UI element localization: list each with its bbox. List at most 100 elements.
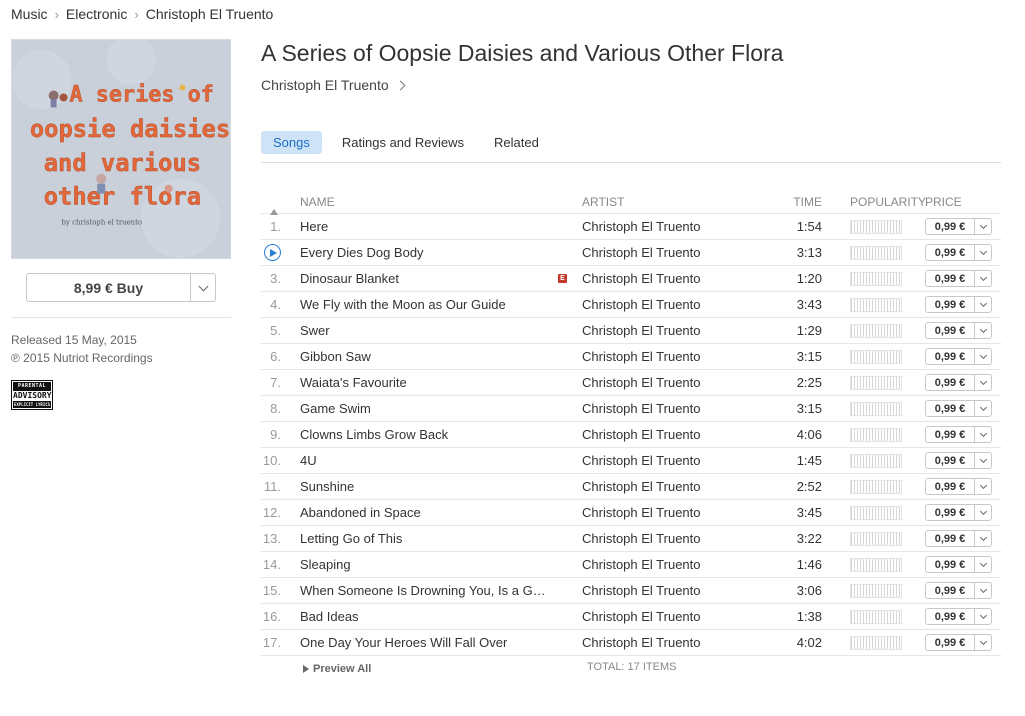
table-row[interactable]: 7. Waiata's Favourite Christoph El Truento…	[261, 370, 1001, 396]
track-name[interactable]: Bad Ideas	[300, 609, 359, 624]
track-buy-button[interactable]: 0,99 €	[926, 245, 974, 260]
column-popularity[interactable]: POPULARITY	[822, 195, 926, 209]
track-buy-button[interactable]: 0,99 €	[926, 453, 974, 468]
track-artist[interactable]: Christoph El Truento	[582, 557, 752, 572]
track-buy-options-button[interactable]	[974, 401, 991, 416]
table-row[interactable]: 5. Swer Christoph El Truento 1:29 0,99 €	[261, 318, 1001, 344]
table-row[interactable]: 13. Letting Go of This Christoph El Truent…	[261, 526, 1001, 552]
track-buy-button[interactable]: 0,99 €	[926, 635, 974, 650]
artist-link[interactable]: Christoph El Truento	[261, 77, 406, 93]
track-buy-button[interactable]: 0,99 €	[926, 583, 974, 598]
table-row[interactable]: 16. Bad Ideas Christoph El Truento 1:38 0,99…	[261, 604, 1001, 630]
track-artist[interactable]: Christoph El Truento	[582, 609, 752, 624]
track-name[interactable]: We Fly with the Moon as Our Guide	[300, 297, 506, 312]
track-buy-options-button[interactable]	[974, 583, 991, 598]
table-row[interactable]: Every Dies Dog Body Christoph El Truento 3…	[261, 240, 1001, 266]
track-play[interactable]	[261, 244, 300, 261]
track-name[interactable]: Dinosaur Blanket	[300, 271, 399, 286]
track-buy-button[interactable]: 0,99 €	[926, 375, 974, 390]
track-name[interactable]: Here	[300, 219, 328, 234]
track-name[interactable]: Letting Go of This	[300, 531, 402, 546]
track-buy-options-button[interactable]	[974, 219, 991, 234]
track-artist[interactable]: Christoph El Truento	[582, 635, 752, 650]
track-artist[interactable]: Christoph El Truento	[582, 349, 752, 364]
column-price[interactable]: PRICE	[925, 195, 1001, 209]
track-name[interactable]: Abandoned in Space	[300, 505, 421, 520]
track-buy-options-button[interactable]	[974, 557, 991, 572]
table-row[interactable]: 1. Here Christoph El Truento 1:54 0,99 €	[261, 214, 1001, 240]
track-buy-options-button[interactable]	[974, 531, 991, 546]
sort-column[interactable]	[261, 195, 300, 215]
track-buy-options-button[interactable]	[974, 505, 991, 520]
track-buy-button[interactable]: 0,99 €	[926, 271, 974, 286]
track-buy-options-button[interactable]	[974, 323, 991, 338]
track-buy-button[interactable]: 0,99 €	[926, 531, 974, 546]
table-row[interactable]: 17. One Day Your Heroes Will Fall Over Chr…	[261, 630, 1001, 656]
breadcrumb-music[interactable]: Music	[11, 6, 48, 22]
track-buy-button[interactable]: 0,99 €	[926, 401, 974, 416]
tab-related[interactable]: Related	[484, 131, 549, 154]
track-buy-button[interactable]: 0,99 €	[926, 427, 974, 442]
column-name[interactable]: NAME	[300, 195, 582, 209]
track-buy-button[interactable]: 0,99 €	[926, 349, 974, 364]
track-artist[interactable]: Christoph El Truento	[582, 453, 752, 468]
track-name[interactable]: Every Dies Dog Body	[300, 245, 424, 260]
buy-button[interactable]: 8,99 € Buy	[27, 274, 190, 301]
track-name[interactable]: Sunshine	[300, 479, 354, 494]
track-buy-options-button[interactable]	[974, 453, 991, 468]
breadcrumb-artist[interactable]: Christoph El Truento	[146, 6, 274, 22]
track-name[interactable]: Clowns Limbs Grow Back	[300, 427, 448, 442]
track-artist[interactable]: Christoph El Truento	[582, 427, 752, 442]
track-artist[interactable]: Christoph El Truento	[582, 583, 752, 598]
track-buy-options-button[interactable]	[974, 375, 991, 390]
track-buy-button[interactable]: 0,99 €	[926, 297, 974, 312]
tab-ratings-and-reviews[interactable]: Ratings and Reviews	[332, 131, 474, 154]
table-row[interactable]: 3. Dinosaur Blanket E Christoph El Truento 1…	[261, 266, 1001, 292]
tab-songs[interactable]: Songs	[261, 131, 322, 154]
track-artist[interactable]: Christoph El Truento	[582, 219, 752, 234]
track-artist[interactable]: Christoph El Truento	[582, 245, 752, 260]
track-artist[interactable]: Christoph El Truento	[582, 375, 752, 390]
column-artist[interactable]: ARTIST	[582, 195, 752, 209]
track-buy-options-button[interactable]	[974, 427, 991, 442]
track-buy-button[interactable]: 0,99 €	[926, 557, 974, 572]
table-row[interactable]: 8. Game Swim Christoph El Truento 3:15 0,99 …	[261, 396, 1001, 422]
table-row[interactable]: 10. 4U Christoph El Truento 1:45 0,99 €	[261, 448, 1001, 474]
track-name[interactable]: Sleaping	[300, 557, 351, 572]
track-name[interactable]: 4U	[300, 453, 317, 468]
table-row[interactable]: 15. When Someone Is Drowning You, Is a G……	[261, 578, 1001, 604]
breadcrumb-electronic[interactable]: Electronic	[66, 6, 127, 22]
track-name[interactable]: Game Swim	[300, 401, 371, 416]
track-name[interactable]: Waiata's Favourite	[300, 375, 407, 390]
track-artist[interactable]: Christoph El Truento	[582, 479, 752, 494]
track-buy-options-button[interactable]	[974, 245, 991, 260]
table-row[interactable]: 9. Clowns Limbs Grow Back Christoph El Tru…	[261, 422, 1001, 448]
track-artist[interactable]: Christoph El Truento	[582, 531, 752, 546]
track-buy-button[interactable]: 0,99 €	[926, 505, 974, 520]
track-buy-options-button[interactable]	[974, 349, 991, 364]
track-buy-options-button[interactable]	[974, 297, 991, 312]
track-buy-options-button[interactable]	[974, 479, 991, 494]
track-name[interactable]: When Someone Is Drowning You, Is a G…	[300, 583, 546, 598]
track-buy-options-button[interactable]	[974, 609, 991, 624]
track-artist[interactable]: Christoph El Truento	[582, 323, 752, 338]
table-row[interactable]: 11. Sunshine Christoph El Truento 2:52 0,99 …	[261, 474, 1001, 500]
track-buy-button[interactable]: 0,99 €	[926, 609, 974, 624]
track-buy-button[interactable]: 0,99 €	[926, 219, 974, 234]
preview-all-button[interactable]: Preview All	[303, 663, 371, 675]
track-buy-options-button[interactable]	[974, 271, 991, 286]
table-row[interactable]: 14. Sleaping Christoph El Truento 1:46 0,99 …	[261, 552, 1001, 578]
table-row[interactable]: 4. We Fly with the Moon as Our Guide Chris…	[261, 292, 1001, 318]
track-artist[interactable]: Christoph El Truento	[582, 271, 752, 286]
table-row[interactable]: 12. Abandoned in Space Christoph El Truent…	[261, 500, 1001, 526]
album-artwork[interactable]: A series of oopsie daisies and various o…	[11, 39, 231, 259]
column-time[interactable]: TIME	[752, 195, 822, 209]
track-buy-button[interactable]: 0,99 €	[926, 479, 974, 494]
track-buy-options-button[interactable]	[974, 635, 991, 650]
track-artist[interactable]: Christoph El Truento	[582, 505, 752, 520]
track-artist[interactable]: Christoph El Truento	[582, 401, 752, 416]
buy-options-button[interactable]	[190, 274, 215, 301]
track-name[interactable]: One Day Your Heroes Will Fall Over	[300, 635, 507, 650]
track-buy-button[interactable]: 0,99 €	[926, 323, 974, 338]
track-artist[interactable]: Christoph El Truento	[582, 297, 752, 312]
